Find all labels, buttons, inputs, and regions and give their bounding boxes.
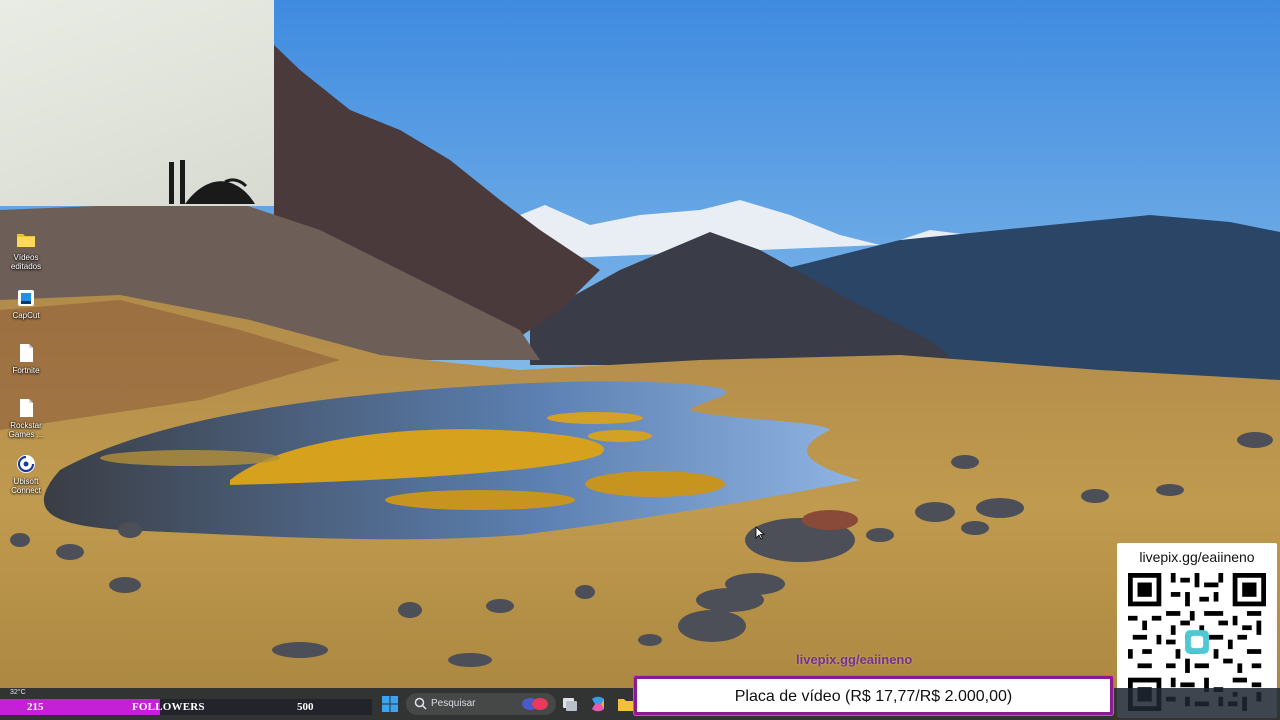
- file-explorer-icon[interactable]: [617, 695, 635, 713]
- desktop-icon-label: CapCut: [12, 311, 40, 320]
- followers-target: 500: [297, 701, 314, 713]
- copilot-icon[interactable]: [589, 695, 607, 713]
- taskbar-search-input[interactable]: Pesquisar: [406, 693, 556, 715]
- search-placeholder: Pesquisar: [431, 698, 476, 709]
- desktop-icon-label: Rockstar Games ...: [8, 421, 44, 439]
- followers-current: 215: [27, 701, 44, 713]
- weather-temperature[interactable]: 32°C: [10, 689, 26, 696]
- desktop-icon-label: Ubisoft Connect: [11, 477, 41, 495]
- desktop-icon-rockstar-games[interactable]: Rockstar Games ...: [4, 398, 48, 439]
- folder-icon: [17, 234, 35, 247]
- search-highlight-icon: [522, 698, 548, 710]
- donation-goal-text: Placa de vídeo (R$ 17,77/R$ 2.000,00): [734, 688, 1013, 705]
- desktop-icon-label: Vídeos editados: [10, 253, 42, 271]
- ubisoft-icon: [17, 455, 35, 473]
- followers-label: FOLLOWERS: [132, 701, 205, 713]
- donation-goal-box: Placa de vídeo (R$ 17,77/R$ 2.000,00): [634, 676, 1113, 715]
- qr-url-text: livepix.gg/eaiineno: [1139, 549, 1255, 565]
- desktop-icon-label: Fortnite: [12, 366, 40, 375]
- desktop-icon-fortnite[interactable]: Fortnite: [4, 343, 48, 375]
- desktop-icon-ubisoft-connect[interactable]: Ubisoft Connect: [4, 454, 48, 495]
- windows-start-icon[interactable]: [381, 695, 399, 713]
- webcam-feed: [0, 0, 274, 206]
- task-view-icon[interactable]: [561, 695, 579, 713]
- file-icon: [20, 344, 33, 362]
- capcut-icon: [18, 290, 34, 306]
- mouse-cursor-icon: [755, 526, 765, 540]
- livepix-watermark: livepix.gg/eaiineno: [796, 652, 913, 667]
- desktop-icon-videos-editados[interactable]: Vídeos editados: [4, 230, 48, 271]
- desktop-icon-capcut[interactable]: CapCut: [4, 288, 48, 320]
- file-icon: [20, 399, 33, 417]
- search-icon: [414, 697, 427, 710]
- followers-goal-bar: 215 FOLLOWERS 500: [0, 699, 372, 715]
